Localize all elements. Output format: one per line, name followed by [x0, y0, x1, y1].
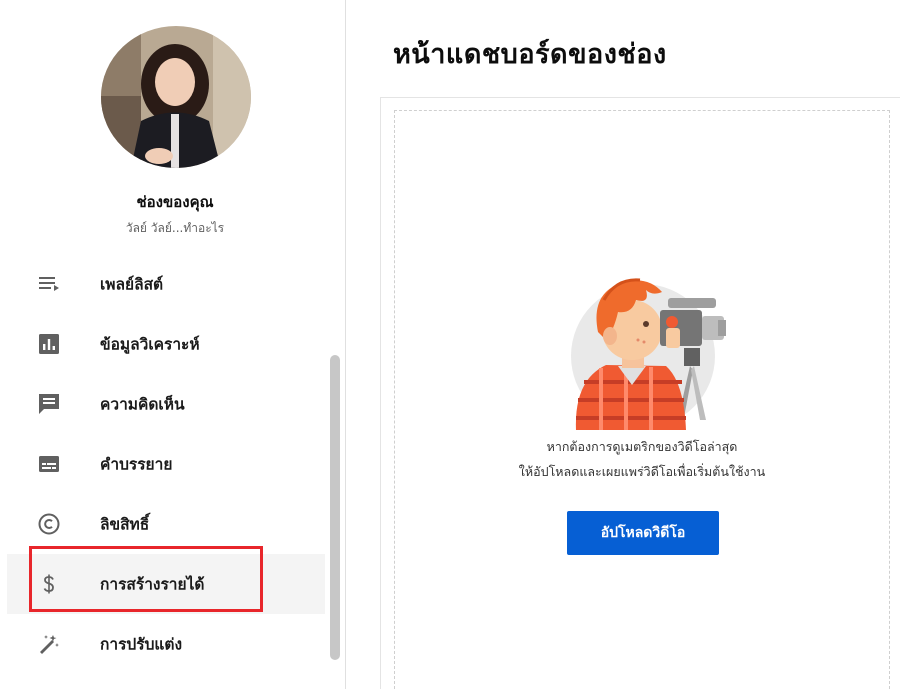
camera-operator-illustration — [566, 270, 746, 430]
sidebar-item-customization[interactable]: การปรับแต่ง — [7, 614, 325, 674]
sidebar-item-label: การสร้างรายได้ — [100, 575, 205, 594]
sidebar-item-copyright[interactable]: ลิขสิทธิ์ — [7, 494, 325, 554]
subtitles-icon — [35, 450, 63, 478]
page-title: หน้าแดชบอร์ดของช่อง — [393, 39, 667, 70]
empty-state-line-2: ให้อัปโหลดและเผยแพร่วิดีโอเพื่อเริ่มต้นใ… — [518, 464, 766, 479]
sidebar-item-comments[interactable]: ความคิดเห็น — [7, 374, 325, 434]
dollar-icon — [35, 570, 63, 598]
copyright-icon — [35, 510, 63, 538]
sidebar-item-label: คำบรรยาย — [100, 455, 173, 474]
empty-state-line-1: หากต้องการดูเมตริกของวิดีโอล่าสุด — [546, 439, 738, 454]
analytics-icon — [35, 330, 63, 358]
sidebar-scrollbar[interactable] — [330, 355, 340, 660]
sidebar-item-label: ลิขสิทธิ์ — [100, 515, 150, 534]
sidebar-item-label: ข้อมูลวิเคราะห์ — [100, 335, 200, 354]
sidebar: ช่องของคุณ วัลย์ วัลย์...ทำอะไร เพลย์ลิส… — [0, 0, 346, 689]
sidebar-item-label: การปรับแต่ง — [100, 635, 183, 654]
sidebar-item-monetization[interactable]: การสร้างรายได้ — [7, 554, 325, 614]
playlist-icon — [35, 270, 63, 298]
sidebar-item-label: เพลย์ลิสต์ — [100, 275, 164, 294]
sidebar-item-analytics[interactable]: ข้อมูลวิเคราะห์ — [7, 314, 325, 374]
sidebar-item-playlists[interactable]: เพลย์ลิสต์ — [7, 254, 325, 314]
magic-wand-icon — [35, 630, 63, 658]
sidebar-item-subtitles[interactable]: คำบรรยาย — [7, 434, 325, 494]
channel-handle: วัลย์ วัลย์...ทำอะไร — [125, 221, 225, 235]
comments-icon — [35, 390, 63, 418]
channel-avatar[interactable] — [101, 26, 251, 168]
sidebar-item-label: ความคิดเห็น — [100, 395, 185, 414]
channel-title: ช่องของคุณ — [136, 193, 214, 211]
upload-video-button[interactable]: อัปโหลดวิดีโอ — [567, 511, 719, 555]
